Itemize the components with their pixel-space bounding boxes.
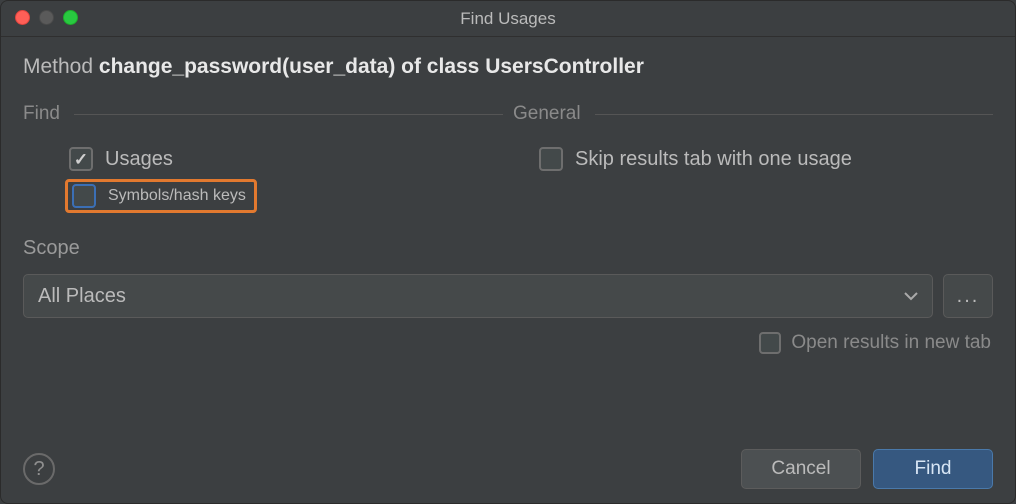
dialog-footer: ? Cancel Find (1, 449, 1015, 503)
titlebar: Find Usages (1, 1, 1015, 37)
options-sections: Find Usages Symbols/hash keys General (23, 103, 993, 213)
general-section-header: General (513, 103, 993, 125)
help-icon: ? (33, 458, 44, 481)
divider (74, 114, 503, 115)
help-button[interactable]: ? (23, 453, 55, 485)
zoom-icon[interactable] (63, 10, 78, 25)
close-icon[interactable] (15, 10, 30, 25)
subject-signature: change_password(user_data) of class User… (99, 55, 644, 78)
usages-checkbox[interactable] (69, 147, 93, 171)
divider (595, 114, 993, 115)
open-new-tab-label: Open results in new tab (791, 332, 991, 354)
minimize-icon[interactable] (39, 10, 54, 25)
subject-prefix: Method (23, 55, 99, 78)
cancel-label: Cancel (771, 458, 830, 480)
skip-results-checkbox[interactable] (539, 147, 563, 171)
general-section: General Skip results tab with one usage (513, 103, 993, 213)
scope-browse-button[interactable]: ... (943, 274, 993, 318)
dots-label: ... (957, 285, 980, 308)
symbols-checkbox[interactable] (72, 184, 96, 208)
symbols-option[interactable]: Symbols/hash keys (65, 179, 257, 213)
usages-option[interactable]: Usages (23, 143, 503, 175)
scope-selected: All Places (38, 285, 126, 308)
symbols-label: Symbols/hash keys (108, 187, 246, 205)
cancel-button[interactable]: Cancel (741, 449, 861, 489)
dialog-body: Method change_password(user_data) of cla… (1, 37, 1015, 449)
general-section-title: General (513, 103, 581, 125)
find-usages-dialog: Find Usages Method change_password(user_… (0, 0, 1016, 504)
find-section: Find Usages Symbols/hash keys (23, 103, 503, 213)
scope-dropdown[interactable]: All Places (23, 274, 933, 318)
skip-results-label: Skip results tab with one usage (575, 148, 852, 171)
find-label: Find (915, 458, 952, 480)
find-button[interactable]: Find (873, 449, 993, 489)
find-section-header: Find (23, 103, 503, 125)
skip-results-option[interactable]: Skip results tab with one usage (513, 143, 993, 175)
usages-label: Usages (105, 148, 173, 171)
window-title: Find Usages (1, 9, 1015, 29)
scope-title: Scope (23, 237, 993, 260)
find-section-title: Find (23, 103, 60, 125)
scope-row: All Places ... (23, 274, 993, 318)
chevron-down-icon (904, 291, 918, 301)
open-new-tab-option[interactable]: Open results in new tab (23, 332, 993, 354)
window-controls (15, 10, 78, 25)
subject-line: Method change_password(user_data) of cla… (23, 55, 993, 79)
open-new-tab-checkbox[interactable] (759, 332, 781, 354)
